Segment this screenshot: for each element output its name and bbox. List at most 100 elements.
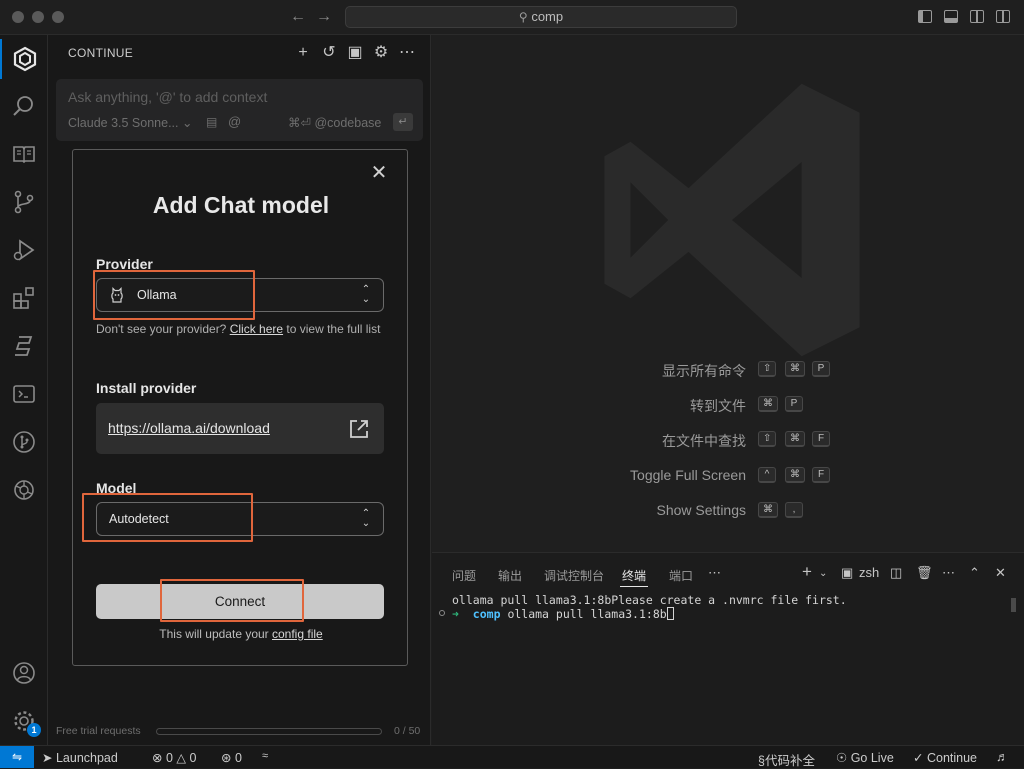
remote-indicator-icon[interactable]: ⇋ <box>0 746 34 768</box>
account-icon[interactable] <box>0 653 48 693</box>
check-icon: ✓ <box>913 751 924 765</box>
shortcut-label: Toggle Full Screen <box>630 467 746 483</box>
install-provider-url[interactable]: https://ollama.ai/download <box>108 420 270 436</box>
install-provider-link-box[interactable]: https://ollama.ai/download <box>96 403 384 454</box>
trial-count: 0 / 50 <box>394 725 421 737</box>
close-icon[interactable]: ✕ <box>370 163 388 183</box>
settings-gear-icon[interactable]: ⚙ <box>372 44 390 62</box>
shortcut-label: 转到文件 <box>690 398 746 414</box>
continue-status-item[interactable]: ✓ Continue <box>913 750 977 765</box>
view-providers-link[interactable]: Click here <box>230 322 283 336</box>
customize-layout-icon[interactable] <box>996 10 1010 23</box>
shift-key: ⇧ <box>758 431 777 447</box>
ports-status[interactable]: ⊛ 0 <box>221 750 242 765</box>
code-completion-item[interactable]: §代码补全 <box>758 750 815 769</box>
search-icon: ⚲ <box>518 10 528 24</box>
openai-icon[interactable] <box>0 470 48 510</box>
external-link-icon[interactable] <box>348 418 370 440</box>
minimize-window-button[interactable] <box>32 11 44 23</box>
chevron-down-icon[interactable]: ⌄ <box>819 568 827 579</box>
terminal-command: ollama pull llama3.1:8b <box>507 607 667 621</box>
image-icon[interactable]: ▤ <box>206 115 217 129</box>
search-view-icon[interactable] <box>0 86 48 126</box>
terminal-prompt-line[interactable]: ➜ comp ollama pull llama3.1:8b <box>452 607 674 621</box>
cmd-key: ⌘ <box>758 502 778 518</box>
config-file-link[interactable]: config file <box>272 627 323 641</box>
command-center-label: comp <box>531 9 564 24</box>
shortcut-label: 显示所有命令 <box>662 363 746 379</box>
codebase-shortcut-hint: ⌘⏎ @codebase <box>288 116 382 130</box>
p-key: P <box>812 361 830 377</box>
sidebar-title: CONTINUE <box>68 46 134 60</box>
install-provider-label: Install provider <box>96 380 197 396</box>
tab-ports[interactable]: 端口 <box>669 567 693 584</box>
new-terminal-icon[interactable]: + <box>802 562 812 582</box>
trial-progress-bar <box>156 728 382 735</box>
select-chevron-icon: ⌃ ⌄ <box>361 284 371 305</box>
tool-icon[interactable]: ≈ <box>262 750 268 762</box>
highlight-provider <box>93 270 255 320</box>
chat-input-placeholder: Ask anything, '@' to add context <box>68 89 268 105</box>
book-icon[interactable] <box>0 134 48 174</box>
at-mention-icon[interactable]: @ <box>228 114 241 129</box>
more-actions-icon[interactable]: ⋯ <box>398 44 416 62</box>
source-control-icon[interactable] <box>0 182 48 222</box>
split-terminal-icon[interactable]: ◫ <box>890 565 902 581</box>
rocket-icon: ➤ <box>42 751 53 765</box>
close-window-button[interactable] <box>12 11 24 23</box>
prompt-directory: comp <box>472 607 501 621</box>
fullscreen-icon[interactable]: ▣ <box>346 44 364 62</box>
toggle-primary-sidebar-icon[interactable] <box>918 10 932 23</box>
terminal-scrollbar[interactable] <box>1011 598 1016 612</box>
continue-extension-icon[interactable] <box>0 39 48 79</box>
notifications-bell-icon[interactable]: ♬ <box>996 750 1009 764</box>
more-actions-icon[interactable]: ⋯ <box>942 565 955 581</box>
provider-hint: Don't see your provider? Click here to v… <box>96 321 388 338</box>
toggle-panel-icon[interactable] <box>944 10 958 23</box>
chat-input[interactable]: Ask anything, '@' to add context Claude … <box>56 79 423 141</box>
shell-label[interactable]: zsh <box>859 565 879 580</box>
command-decoration-icon[interactable] <box>439 610 445 616</box>
maximize-panel-icon[interactable]: ⌃ <box>969 565 980 581</box>
prompt-arrow: ➜ <box>452 607 459 621</box>
problems-status[interactable]: ⊗ 0 △ 0 <box>152 750 196 765</box>
manage-gear-icon[interactable]: 1 <box>0 701 48 741</box>
tab-terminal[interactable]: 终端 <box>622 567 646 584</box>
tab-debug-console[interactable]: 调试控制台 <box>544 567 604 584</box>
ctrl-key: ^ <box>758 467 776 483</box>
run-debug-icon[interactable] <box>0 230 48 270</box>
remote-explorer-icon[interactable] <box>0 374 48 414</box>
command-center-search[interactable]: ⚲ comp <box>345 6 737 28</box>
close-panel-icon[interactable]: ✕ <box>995 565 1006 581</box>
model-selector-label: Claude 3.5 Sonne... <box>68 116 179 130</box>
history-icon[interactable]: ↺ <box>320 44 338 62</box>
cmd-key: ⌘ <box>785 361 805 377</box>
cmd-key: ⌘ <box>785 467 805 483</box>
marscode-icon[interactable] <box>0 326 48 366</box>
marscode-status-icon: § <box>758 754 765 768</box>
git-graph-icon[interactable] <box>0 422 48 462</box>
shift-key: ⇧ <box>758 361 777 377</box>
tab-problems[interactable]: 问题 <box>452 567 476 584</box>
f-key: F <box>812 467 830 483</box>
footer-prefix: This will update your <box>159 627 272 641</box>
zoom-window-button[interactable] <box>52 11 64 23</box>
toggle-secondary-sidebar-icon[interactable] <box>970 10 984 23</box>
cmd-key: ⌘ <box>785 431 805 447</box>
notification-badge: 1 <box>27 723 41 737</box>
broadcast-icon: ☉ <box>836 751 848 765</box>
extensions-icon[interactable] <box>0 278 48 318</box>
model-selector[interactable]: Claude 3.5 Sonne... ⌄ <box>68 115 192 130</box>
forward-arrow-icon[interactable]: → <box>316 8 332 26</box>
go-live-item[interactable]: ☉ Go Live <box>836 750 894 765</box>
new-session-icon[interactable]: + <box>294 44 312 62</box>
trash-icon[interactable]: 🗑 <box>916 565 933 581</box>
back-arrow-icon[interactable]: ← <box>290 8 306 26</box>
submit-enter-icon[interactable]: ↵ <box>393 113 413 131</box>
f-key: F <box>812 431 830 447</box>
launchpad-item[interactable]: ➤ Launchpad <box>42 750 118 765</box>
tab-output[interactable]: 输出 <box>498 567 522 584</box>
error-icon: ⊗ <box>152 751 163 765</box>
more-tabs-icon[interactable]: ⋯ <box>708 565 721 581</box>
active-tab-underline <box>620 586 648 587</box>
